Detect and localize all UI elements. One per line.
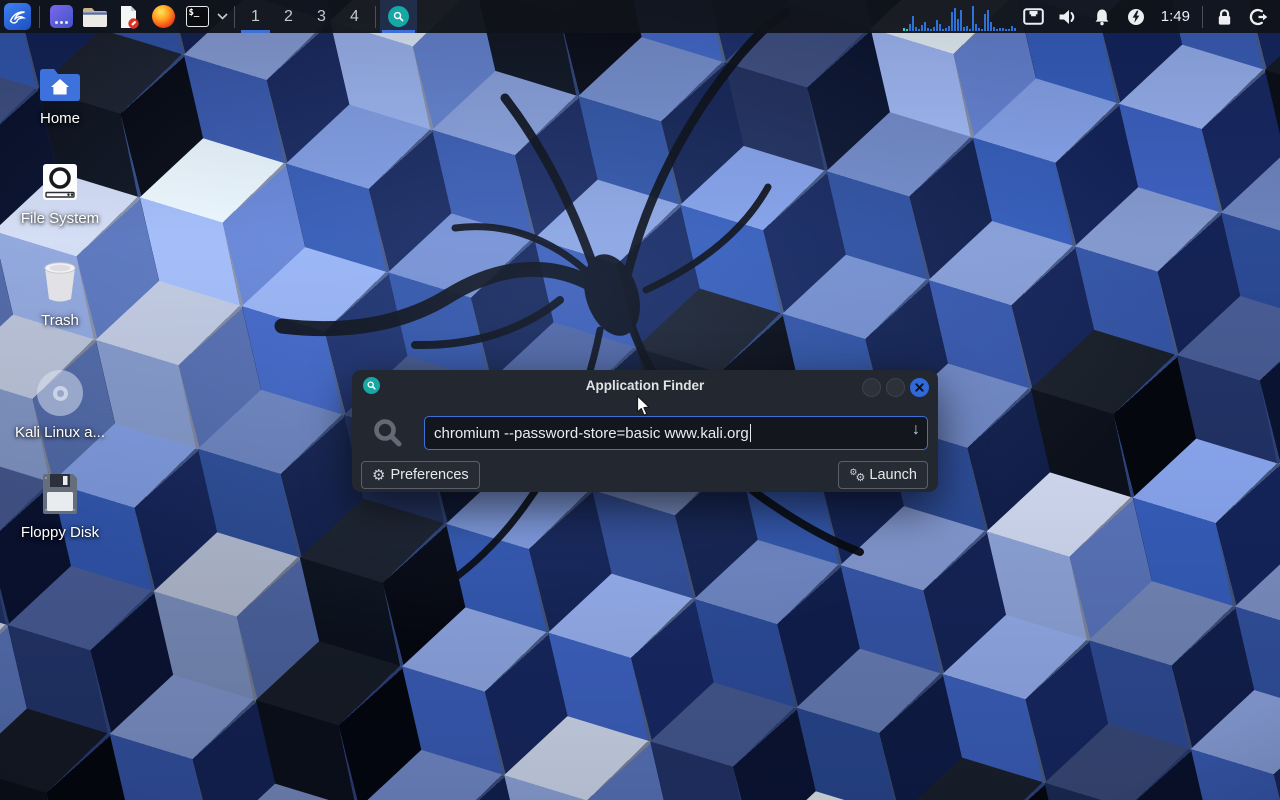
network-tray-button[interactable] — [1017, 0, 1051, 33]
kali-menu-button[interactable] — [0, 0, 35, 33]
desktop-icon-label: File System — [21, 210, 99, 227]
desktop-icon-home[interactable]: Home — [12, 56, 108, 127]
application-finder-icon — [388, 6, 409, 27]
desktop-icon-label: Trash — [41, 312, 79, 329]
workspace-4-label: 4 — [350, 8, 359, 26]
text-editor-launcher[interactable] — [112, 0, 146, 33]
file-manager-launcher[interactable] — [78, 0, 112, 33]
titlebar[interactable]: Application Finder — [352, 370, 938, 400]
lock-screen-button[interactable] — [1207, 0, 1241, 33]
clock[interactable]: 1:49 — [1153, 0, 1198, 33]
gear-icon: ⚙ — [372, 468, 385, 483]
command-input-value: chromium --password-store=basic www.kali… — [434, 425, 749, 442]
desktop-icon-trash[interactable]: Trash — [12, 258, 108, 329]
workspace-4[interactable]: 4 — [338, 0, 371, 33]
notifications-icon — [1093, 8, 1111, 26]
launch-button-label: Launch — [869, 467, 917, 483]
panel-separator — [1202, 6, 1203, 28]
terminal-dropdown-button[interactable] — [214, 0, 230, 33]
desktop-icon-label: Kali Linux a... — [15, 424, 105, 441]
desktop-icon-label: Home — [40, 110, 80, 127]
workspace-1[interactable]: 1 — [239, 0, 272, 33]
power-manager-icon — [1127, 8, 1145, 26]
minimize-button[interactable] — [862, 378, 881, 397]
home-folder-icon — [38, 66, 82, 102]
panel-separator — [375, 6, 376, 28]
panel-separator — [234, 6, 235, 28]
workspace-2[interactable]: 2 — [272, 0, 305, 33]
workspace-1-label: 1 — [251, 8, 260, 26]
maximize-button[interactable] — [886, 378, 905, 397]
desktop-icon-kali-docs[interactable]: Kali Linux a... — [12, 370, 108, 441]
power-manager-tray-button[interactable] — [1119, 0, 1153, 33]
kali-menu-icon — [4, 3, 31, 30]
text-caret — [750, 424, 752, 442]
desktop-icon-floppy[interactable]: Floppy Disk — [12, 470, 108, 541]
workspace-3[interactable]: 3 — [305, 0, 338, 33]
taskbar-application-finder[interactable] — [380, 0, 417, 33]
firefox-icon — [152, 5, 175, 28]
lock-icon — [1216, 8, 1233, 26]
chevron-down-icon — [217, 13, 228, 20]
close-icon — [915, 383, 924, 392]
clock-label: 1:49 — [1161, 8, 1190, 25]
workspace-3-label: 3 — [317, 8, 326, 26]
preferences-button[interactable]: ⚙ Preferences — [361, 461, 480, 489]
close-button[interactable] — [910, 378, 929, 397]
trash-icon — [39, 260, 81, 304]
logout-icon — [1248, 7, 1268, 27]
show-desktop-button[interactable] — [44, 0, 78, 33]
application-finder-window: Application Finder chromium --password-s… — [352, 370, 938, 492]
volume-tray-button[interactable] — [1051, 0, 1085, 33]
logout-button[interactable] — [1241, 0, 1275, 33]
text-editor-icon — [117, 5, 141, 29]
floppy-disk-icon — [39, 472, 81, 516]
preferences-button-label: Preferences — [390, 467, 468, 483]
show-desktop-icon — [50, 5, 73, 28]
search-icon — [370, 415, 406, 451]
notifications-tray-button[interactable] — [1085, 0, 1119, 33]
terminal-icon: $_ — [186, 6, 209, 27]
file-manager-icon — [82, 6, 108, 28]
volume-icon — [1058, 8, 1078, 26]
firefox-launcher[interactable] — [146, 0, 180, 33]
arrow-down-icon[interactable]: ↓ — [912, 421, 920, 439]
window-title: Application Finder — [352, 370, 938, 400]
network-icon — [1023, 8, 1044, 25]
desktop: $_ 1 2 3 4 — [0, 0, 1280, 800]
desktop-icon-filesystem[interactable]: File System — [12, 156, 108, 227]
kali-docs-disc-icon — [37, 370, 83, 416]
top-panel: $_ 1 2 3 4 — [0, 0, 1280, 33]
filesystem-drive-icon — [40, 162, 80, 202]
cpu-graph[interactable] — [903, 0, 1017, 33]
terminal-launcher[interactable]: $_ — [180, 0, 214, 33]
launch-button[interactable]: ⚙⚙ Launch — [838, 461, 928, 489]
launch-icon: ⚙⚙ — [849, 468, 864, 483]
workspace-2-label: 2 — [284, 8, 293, 26]
command-input[interactable]: chromium --password-store=basic www.kali… — [424, 416, 928, 450]
desktop-icon-label: Floppy Disk — [21, 524, 99, 541]
panel-separator — [39, 6, 40, 28]
